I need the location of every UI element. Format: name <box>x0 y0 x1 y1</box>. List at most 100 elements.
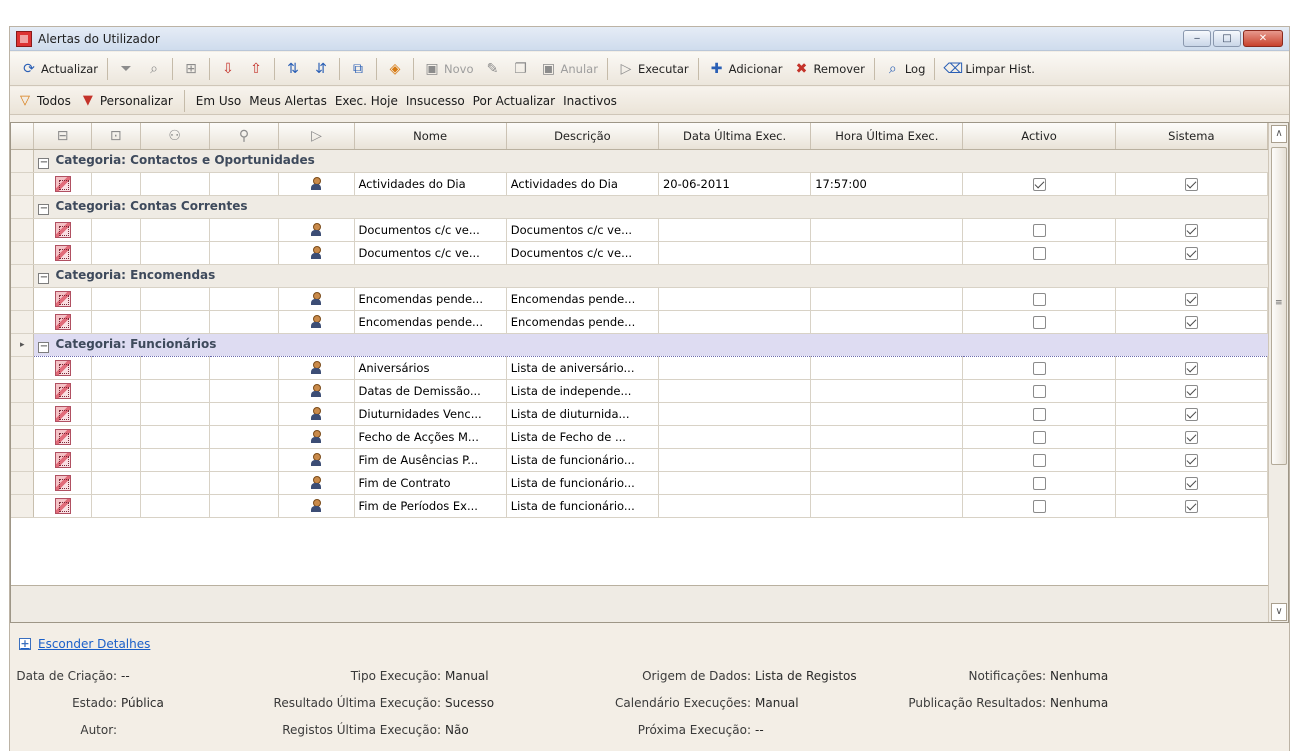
cell-activo[interactable] <box>962 287 1116 311</box>
cell-nome[interactable]: Fim de Ausências P... <box>354 448 507 472</box>
table-row[interactable]: Diuturnidades Venc... Lista de diuturnida… <box>11 402 1269 426</box>
sistema-checkbox[interactable] <box>1184 246 1198 260</box>
activo-checkbox[interactable] <box>1032 246 1046 260</box>
cell-nome[interactable]: Actividades do Dia <box>354 172 507 196</box>
scroll-down-button[interactable]: ∨ <box>1271 603 1287 621</box>
cell-nome[interactable]: Datas de Demissão... <box>354 379 507 403</box>
row-selector[interactable]: ▸ <box>11 333 35 357</box>
collapse-icon[interactable]: − <box>38 272 50 284</box>
row-selector[interactable] <box>11 356 35 380</box>
maximize-button[interactable]: □ <box>1213 30 1241 47</box>
row-selector[interactable] <box>11 264 35 288</box>
move-down-button[interactable]: ⇩ <box>215 56 241 82</box>
cell-nome[interactable]: Diuturnidades Venc... <box>354 402 507 426</box>
cell-activo[interactable] <box>962 310 1116 334</box>
activo-checkbox[interactable] <box>1032 292 1046 306</box>
group-row[interactable]: − Categoria: Contas Correntes <box>11 195 1268 219</box>
row-selector[interactable] <box>11 218 35 242</box>
cell-hora[interactable] <box>810 218 964 242</box>
activo-checkbox[interactable] <box>1032 384 1046 398</box>
scroll-thumb[interactable]: ≡ <box>1271 147 1287 465</box>
sistema-checkbox[interactable] <box>1184 315 1198 329</box>
header-owner[interactable]: ⚲ <box>209 123 280 150</box>
header-activo[interactable]: Activo <box>962 123 1116 150</box>
cell-sistema[interactable] <box>1115 471 1269 495</box>
cell-nome[interactable]: Documentos c/c ve... <box>354 241 507 265</box>
cell-data[interactable] <box>658 379 812 403</box>
cell-data[interactable] <box>658 310 812 334</box>
sistema-checkbox[interactable] <box>1184 407 1198 421</box>
activo-checkbox[interactable] <box>1032 315 1046 329</box>
cell-data[interactable] <box>658 471 812 495</box>
table-row[interactable]: Aniversários Lista de aniversário... <box>11 356 1269 380</box>
header-data[interactable]: Data Última Exec. <box>658 123 812 150</box>
cell-nome[interactable]: Documentos c/c ve... <box>354 218 507 242</box>
scroll-up-button[interactable]: ∧ <box>1271 125 1287 143</box>
row-selector[interactable] <box>11 471 35 495</box>
cancel-button[interactable]: ▣ Anular <box>536 56 602 82</box>
table-row[interactable]: Fecho de Acções M... Lista de Fecho de ..… <box>11 425 1269 449</box>
filter-inactive[interactable]: Inactivos <box>563 94 617 108</box>
activo-checkbox[interactable] <box>1032 453 1046 467</box>
execute-button[interactable]: ▷ Executar <box>613 56 693 82</box>
cell-activo[interactable] <box>962 356 1116 380</box>
row-selector[interactable] <box>11 287 35 311</box>
group-header[interactable]: − Categoria: Funcionários <box>33 332 1268 357</box>
filter-my-alerts[interactable]: Meus Alertas <box>249 94 327 108</box>
eraser-button[interactable]: ◈ <box>382 56 408 82</box>
table-row[interactable]: Documentos c/c ve... Documentos c/c ve... <box>11 218 1269 242</box>
group-row[interactable]: − Categoria: Encomendas <box>11 264 1268 288</box>
group-header[interactable]: − Categoria: Contas Correntes <box>33 195 1268 219</box>
cell-activo[interactable] <box>962 448 1116 472</box>
table-row[interactable]: Actividades do Dia Actividades do Dia 20-0… <box>11 172 1269 196</box>
cell-descricao[interactable]: Lista de independe... <box>506 379 659 403</box>
sistema-checkbox[interactable] <box>1184 223 1198 237</box>
filter-exec-today[interactable]: Exec. Hoje <box>335 94 398 108</box>
cell-hora[interactable] <box>810 241 964 265</box>
cell-descricao[interactable]: Lista de funcionário... <box>506 471 659 495</box>
cell-descricao[interactable]: Lista de Fecho de ... <box>506 425 659 449</box>
filter-button[interactable]: ⏷ <box>113 56 139 82</box>
cell-nome[interactable]: Aniversários <box>354 356 507 380</box>
header-users[interactable]: ⚇ <box>140 123 210 150</box>
group-row[interactable]: ▸ − Categoria: Funcionários <box>11 332 1268 357</box>
minimize-button[interactable]: ‒ <box>1183 30 1211 47</box>
cell-activo[interactable] <box>962 379 1116 403</box>
activo-checkbox[interactable] <box>1032 476 1046 490</box>
cell-data[interactable] <box>658 448 812 472</box>
cell-hora[interactable]: 17:57:00 <box>810 172 964 196</box>
sistema-checkbox[interactable] <box>1184 430 1198 444</box>
move-up-button[interactable]: ⇧ <box>243 56 269 82</box>
collapse-icon[interactable]: − <box>38 341 50 353</box>
activo-checkbox[interactable] <box>1032 430 1046 444</box>
log-button[interactable]: ⌕ Log <box>880 56 930 82</box>
table-row[interactable]: Encomendas pende... Encomendas pende... <box>11 310 1269 334</box>
cell-descricao[interactable]: Lista de funcionário... <box>506 448 659 472</box>
group-header[interactable]: − Categoria: Contactos e Oportunidades <box>33 149 1268 173</box>
table-row[interactable]: Documentos c/c ve... Documentos c/c ve... <box>11 241 1269 265</box>
copy-button[interactable]: ❐ <box>508 56 534 82</box>
group-row[interactable]: − Categoria: Contactos e Oportunidades <box>11 149 1268 173</box>
toggle-details-link[interactable]: + Esconder Detalhes <box>19 637 150 651</box>
cell-descricao[interactable]: Documentos c/c ve... <box>506 241 659 265</box>
cell-descricao[interactable]: Actividades do Dia <box>506 172 659 196</box>
table-row[interactable]: Fim de Ausências P... Lista de funcionári… <box>11 448 1269 472</box>
sistema-checkbox[interactable] <box>1184 476 1198 490</box>
remove-button[interactable]: ✖ Remover <box>788 56 868 82</box>
cell-sistema[interactable] <box>1115 310 1269 334</box>
cell-hora[interactable] <box>810 287 964 311</box>
row-selector[interactable] <box>11 172 35 196</box>
select-all-button[interactable]: ⊞ <box>178 56 204 82</box>
activo-checkbox[interactable] <box>1032 499 1046 513</box>
cell-nome[interactable]: Fim de Contrato <box>354 471 507 495</box>
header-descricao[interactable]: Descrição <box>506 123 659 150</box>
table-row[interactable]: Encomendas pende... Encomendas pende... <box>11 287 1269 311</box>
vertical-scrollbar[interactable]: ∧ ≡ ∨ <box>1268 123 1288 622</box>
table-row[interactable]: Datas de Demissão... Lista de independe..… <box>11 379 1269 403</box>
cell-sistema[interactable] <box>1115 241 1269 265</box>
filter-all[interactable]: ▽ Todos <box>16 92 71 110</box>
sort-desc-button[interactable]: ⇵ <box>308 56 334 82</box>
add-button[interactable]: ✚ Adicionar <box>704 56 787 82</box>
row-selector[interactable] <box>11 402 35 426</box>
cell-hora[interactable] <box>810 494 964 518</box>
